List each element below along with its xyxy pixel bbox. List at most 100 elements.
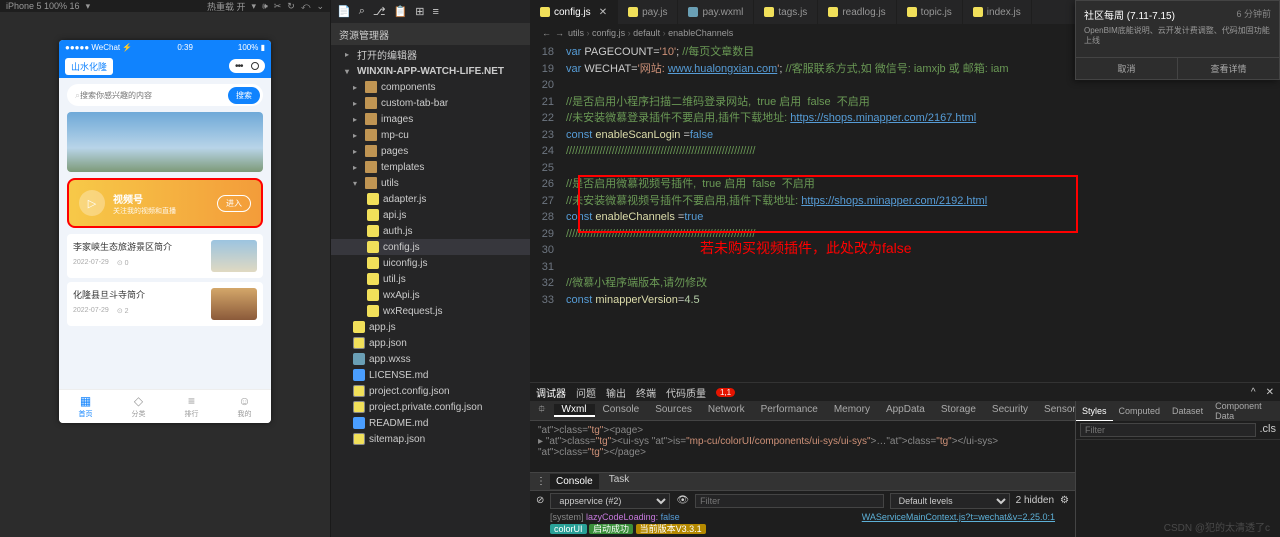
- hot-reload-label[interactable]: 热重载 开: [207, 0, 246, 13]
- settings-icon[interactable]: ⚙: [1060, 495, 1069, 506]
- menu-icon[interactable]: ≡: [432, 6, 438, 18]
- crumb[interactable]: config.js: [592, 28, 625, 38]
- clipboard-icon[interactable]: 📋: [394, 5, 408, 18]
- close-mini-icon[interactable]: [251, 62, 259, 70]
- tree-row[interactable]: README.md: [331, 415, 530, 431]
- video-channel-card[interactable]: ▷ 视频号 关注我的视频和直播 进入: [67, 178, 263, 228]
- levels-select[interactable]: Default levels: [890, 493, 1010, 509]
- tree-row[interactable]: uiconfig.js: [331, 255, 530, 271]
- collapse-icon[interactable]: ⌄: [316, 1, 324, 12]
- list-item[interactable]: 李家峡生态旅游景区简介2022-07-29⊙ 0: [67, 234, 263, 278]
- devtool-tab[interactable]: 调试器: [536, 385, 566, 400]
- open-editors-group[interactable]: ▸打开的编辑器: [331, 45, 530, 64]
- nav-back-icon[interactable]: ←: [542, 28, 551, 38]
- style-tab[interactable]: Component Data: [1209, 401, 1280, 421]
- devtool-tab[interactable]: 问题: [576, 385, 596, 400]
- notify-ok-button[interactable]: 查看详情: [1178, 58, 1279, 79]
- extension-icon[interactable]: ⊞: [415, 5, 424, 18]
- hero-image[interactable]: [67, 112, 263, 172]
- file-icon[interactable]: 📄: [337, 5, 351, 18]
- tree-row[interactable]: sitemap.json: [331, 431, 530, 447]
- notify-cancel-button[interactable]: 取消: [1076, 58, 1178, 79]
- search-bar[interactable]: ⌕ 搜索: [67, 84, 263, 106]
- tree-row[interactable]: ▸pages: [331, 143, 530, 159]
- back-icon[interactable]: ⤺: [301, 1, 311, 12]
- tree-row[interactable]: api.js: [331, 207, 530, 223]
- crumb[interactable]: default: [633, 28, 660, 38]
- tree-row[interactable]: wxApi.js: [331, 287, 530, 303]
- inspect-icon[interactable]: ⯐: [530, 401, 554, 420]
- capsule-button[interactable]: •••: [229, 59, 265, 73]
- tree-row[interactable]: app.js: [331, 319, 530, 335]
- devtool-subtab[interactable]: Wxml: [554, 404, 595, 417]
- video-enter-button[interactable]: 进入: [217, 195, 251, 212]
- tree-row[interactable]: app.wxss: [331, 351, 530, 367]
- tree-row[interactable]: ▸components: [331, 79, 530, 95]
- crumb[interactable]: utils: [568, 28, 584, 38]
- more-icon[interactable]: •••: [235, 61, 245, 71]
- cut-icon[interactable]: ✂: [274, 1, 282, 12]
- tree-row[interactable]: ▸images: [331, 111, 530, 127]
- editor-tab[interactable]: config.js✕: [530, 0, 618, 24]
- tree-row[interactable]: auth.js: [331, 223, 530, 239]
- devtool-tab[interactable]: 代码质量: [666, 385, 706, 400]
- search-input[interactable]: [80, 91, 228, 100]
- scope-select[interactable]: appservice (#2): [550, 493, 670, 509]
- collapse-icon[interactable]: ^: [1251, 387, 1256, 398]
- devtool-subtab[interactable]: Storage: [933, 404, 984, 415]
- editor-tab[interactable]: pay.js: [618, 0, 678, 24]
- code-editor[interactable]: 18var PAGECOUNT='10'; //每页文章数目19var WECH…: [530, 42, 1280, 382]
- search-button[interactable]: 搜索: [228, 87, 260, 104]
- cls-toggle[interactable]: .cls: [1260, 423, 1277, 437]
- devtool-subtab[interactable]: Security: [984, 404, 1036, 415]
- styles-filter-input[interactable]: [1080, 423, 1256, 437]
- tree-row[interactable]: ▾utils: [331, 175, 530, 191]
- devtool-tab[interactable]: 终端: [636, 385, 656, 400]
- editor-tab[interactable]: index.js: [963, 0, 1032, 24]
- close-icon[interactable]: ✕: [1266, 387, 1274, 398]
- devtool-tab[interactable]: 输出: [606, 385, 626, 400]
- crumb[interactable]: enableChannels: [668, 28, 733, 38]
- nav-fwd-icon[interactable]: →: [555, 28, 564, 38]
- devtool-subtab[interactable]: Sources: [647, 404, 700, 415]
- editor-tab[interactable]: topic.js: [897, 0, 963, 24]
- tab-item[interactable]: ◇分类: [112, 390, 165, 423]
- dom-tree[interactable]: "at">class="tg"><page>▸ "at">class="tg">…: [530, 421, 1075, 472]
- style-tab[interactable]: Dataset: [1166, 401, 1209, 421]
- devtool-subtab[interactable]: AppData: [878, 404, 933, 415]
- clear-icon[interactable]: ⊘: [536, 495, 544, 506]
- tree-row[interactable]: LICENSE.md: [331, 367, 530, 383]
- tree-row[interactable]: project.config.json: [331, 383, 530, 399]
- editor-tab[interactable]: pay.wxml: [678, 0, 754, 24]
- tree-row[interactable]: ▸mp-cu: [331, 127, 530, 143]
- hidden-label[interactable]: 2 hidden: [1016, 495, 1054, 506]
- devtool-subtab[interactable]: Performance: [753, 404, 826, 415]
- tree-row[interactable]: project.private.config.json: [331, 399, 530, 415]
- tree-row[interactable]: config.js: [331, 239, 530, 255]
- tree-row[interactable]: app.json: [331, 335, 530, 351]
- tab-item[interactable]: ≡排行: [165, 390, 218, 423]
- project-root[interactable]: ▾WINXIN-APP-WATCH-LIFE.NET: [331, 64, 530, 79]
- branch-icon[interactable]: ⎇: [373, 5, 386, 18]
- console-tab[interactable]: Console: [550, 474, 599, 489]
- editor-tab[interactable]: readlog.js: [818, 0, 896, 24]
- device-label[interactable]: iPhone 5 100% 16: [6, 1, 80, 11]
- console-toggle-icon[interactable]: ⋮: [536, 476, 546, 487]
- tree-row[interactable]: wxRequest.js: [331, 303, 530, 319]
- list-item[interactable]: 化隆县旦斗寺简介2022-07-29⊙ 2: [67, 282, 263, 326]
- tab-item[interactable]: ▦首页: [59, 390, 112, 423]
- console-tab[interactable]: Task: [609, 474, 630, 489]
- tree-row[interactable]: util.js: [331, 271, 530, 287]
- devtool-subtab[interactable]: Network: [700, 404, 753, 415]
- tree-row[interactable]: ▸custom-tab-bar: [331, 95, 530, 111]
- tree-row[interactable]: ▸templates: [331, 159, 530, 175]
- rotate-icon[interactable]: ↻: [287, 1, 295, 12]
- tab-item[interactable]: ☺我的: [218, 390, 271, 423]
- editor-tab[interactable]: tags.js: [754, 0, 818, 24]
- tree-row[interactable]: adapter.js: [331, 191, 530, 207]
- devtool-subtab[interactable]: Console: [595, 404, 648, 415]
- style-tab[interactable]: Styles: [1076, 401, 1113, 421]
- console-filter-input[interactable]: [695, 494, 884, 508]
- style-tab[interactable]: Computed: [1113, 401, 1167, 421]
- close-icon[interactable]: ✕: [599, 7, 607, 18]
